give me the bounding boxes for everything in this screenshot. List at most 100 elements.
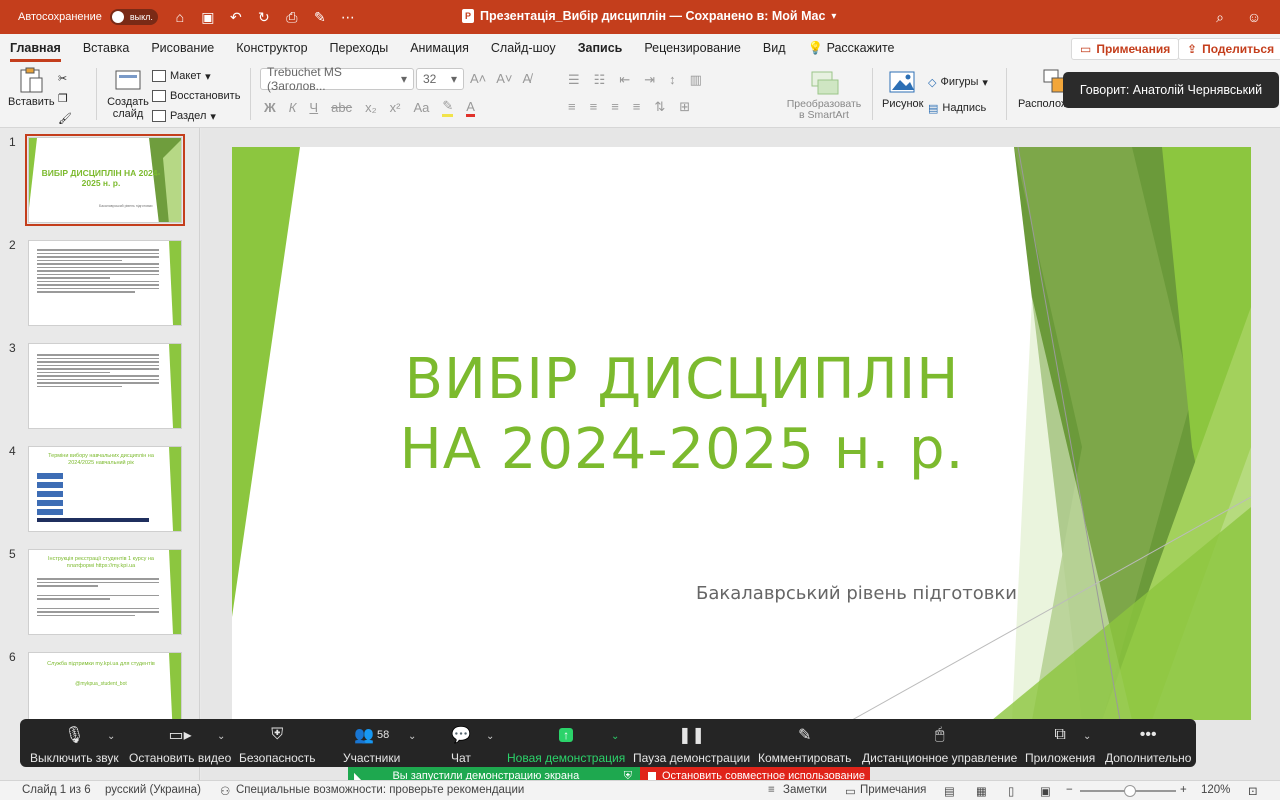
change-case-icon[interactable]: Aa: [413, 100, 429, 115]
chevron-up-icon[interactable]: ⌄: [107, 731, 115, 742]
bold-icon[interactable]: Ж: [264, 100, 276, 115]
account-icon[interactable]: ☺: [1244, 7, 1264, 27]
strikethrough-icon[interactable]: abc: [331, 100, 352, 115]
tab-design[interactable]: Конструктор: [236, 37, 307, 59]
language-indicator[interactable]: русский (Украина): [105, 784, 201, 796]
shapes-button[interactable]: ◇ Фигуры ▾: [928, 72, 988, 92]
slide-title[interactable]: ВИБІР ДИСЦИПЛІН НА 2024-2025 н. р.: [392, 345, 972, 485]
slide-thumbnail-3[interactable]: [28, 343, 182, 429]
save-icon[interactable]: ▣: [198, 7, 218, 27]
justify-icon[interactable]: ≡: [633, 99, 641, 115]
annotate-button[interactable]: ✎ Комментировать: [758, 725, 851, 765]
fit-slide-icon[interactable]: ⊡: [1248, 784, 1258, 798]
slide-thumbnail-panel[interactable]: 1 ВИБІР ДИСЦИПЛІН НА 2024-2025 н. р. Бак…: [0, 128, 200, 780]
more-icon[interactable]: ⋯: [338, 7, 358, 27]
tab-transitions[interactable]: Переходы: [330, 37, 389, 59]
numbering-icon[interactable]: ☷: [594, 72, 606, 88]
comments-icon[interactable]: ▭: [845, 784, 856, 798]
textbox-button[interactable]: ▤ Надпись: [928, 98, 986, 118]
mute-button[interactable]: 🎙 Выключить звук: [30, 725, 119, 765]
pause-share-button[interactable]: ❚❚ Пауза демонстрации: [633, 725, 750, 765]
zoom-in-icon[interactable]: +: [1180, 784, 1187, 796]
cut-button[interactable]: ✂: [58, 68, 72, 88]
reset-button[interactable]: Восстановить: [152, 86, 240, 106]
tab-slideshow[interactable]: Слайд-шоу: [491, 37, 556, 59]
underline-icon[interactable]: Ч: [309, 100, 318, 115]
new-slide-button[interactable]: Создать слайд: [104, 66, 152, 120]
slide-thumbnail-4[interactable]: Терміни вибору навчальних дисциплін на 2…: [28, 446, 182, 532]
align-right-icon[interactable]: ≡: [611, 99, 619, 115]
subscript-icon[interactable]: x₂: [365, 100, 377, 115]
tab-animations[interactable]: Анимация: [410, 37, 469, 59]
highlight-icon[interactable]: ✎: [442, 98, 454, 117]
align-center-icon[interactable]: ≡: [590, 99, 598, 115]
chat-button[interactable]: 💬 Чат: [451, 725, 471, 765]
new-share-button[interactable]: ↑ Новая демонстрация: [507, 725, 625, 765]
font-size-select[interactable]: 32 ▾: [416, 68, 464, 90]
chevron-up-icon[interactable]: ⌄: [486, 731, 494, 742]
edit-icon[interactable]: ✎: [310, 7, 330, 27]
reading-view-icon[interactable]: ▯: [1008, 784, 1014, 798]
remote-control-button[interactable]: 🖱 Дистанционное управление: [862, 725, 1017, 765]
align-text-icon[interactable]: ⊞: [679, 99, 690, 115]
current-slide[interactable]: ВИБІР ДИСЦИПЛІН НА 2024-2025 н. р. Бакал…: [232, 147, 1251, 720]
font-color-icon[interactable]: A: [466, 99, 475, 117]
slide-thumbnail-2[interactable]: [28, 240, 182, 326]
participants-button[interactable]: 👥 58 Участники: [343, 725, 400, 765]
clear-format-icon[interactable]: A̸: [523, 71, 532, 86]
indent-icon[interactable]: ⇥: [644, 72, 655, 88]
zoom-level[interactable]: 120%: [1201, 784, 1230, 796]
accessibility-status[interactable]: Специальные возможности: проверьте реком…: [236, 784, 524, 796]
slide-subtitle[interactable]: Бакалаврський рівень підготовки: [696, 583, 1017, 604]
search-icon[interactable]: ⌕: [1210, 7, 1230, 27]
security-button[interactable]: ⛨ Безопасность: [239, 725, 316, 765]
bullets-icon[interactable]: ☰: [568, 72, 580, 88]
font-name-select[interactable]: Trebuchet MS (Заголов... ▾: [260, 65, 414, 93]
paste-button[interactable]: Вставить: [8, 66, 55, 108]
stop-video-button[interactable]: ▭▸ Остановить видео: [129, 725, 231, 765]
notes-icon[interactable]: ≡: [768, 784, 775, 796]
autosave-toggle[interactable]: выкл.: [109, 9, 158, 25]
normal-view-icon[interactable]: ▤: [944, 784, 955, 798]
document-title[interactable]: P Презентація_Вибір дисциплін — Сохранен…: [462, 9, 836, 23]
tab-draw[interactable]: Рисование: [151, 37, 214, 59]
home-icon[interactable]: ⌂: [170, 7, 190, 27]
notes-button[interactable]: Заметки: [783, 784, 827, 796]
tab-insert[interactable]: Вставка: [83, 37, 129, 59]
slide-thumbnail-1[interactable]: ВИБІР ДИСЦИПЛІН НА 2024-2025 н. р. Бакал…: [25, 134, 185, 226]
section-button[interactable]: Раздел ▾: [152, 106, 240, 126]
format-painter-button[interactable]: 🖌: [58, 108, 72, 128]
text-direction-icon[interactable]: ⇅: [654, 99, 665, 115]
columns-icon[interactable]: ▥: [690, 72, 702, 88]
copy-button[interactable]: ❐: [58, 88, 72, 108]
more-button[interactable]: ••• Дополнительно: [1105, 725, 1191, 765]
share-button[interactable]: ⇪ Поделиться: [1178, 38, 1280, 60]
line-spacing-icon[interactable]: ↕: [669, 72, 676, 88]
outdent-icon[interactable]: ⇤: [619, 72, 630, 88]
comments-status-button[interactable]: Примечания: [860, 784, 926, 796]
undo-icon[interactable]: ↶: [226, 7, 246, 27]
slide-thumbnail-5[interactable]: Інструкція реєстрації студентів 1 курсу …: [28, 549, 182, 635]
accessibility-icon[interactable]: ⚇: [220, 784, 230, 798]
align-left-icon[interactable]: ≡: [568, 99, 576, 115]
chevron-up-icon[interactable]: ⌄: [1083, 731, 1091, 742]
increase-font-icon[interactable]: A˄: [470, 71, 486, 86]
layout-button[interactable]: Макет ▾: [152, 66, 240, 86]
slideshow-icon[interactable]: ▣: [1040, 784, 1051, 798]
picture-button[interactable]: Рисунок: [882, 68, 924, 110]
convert-smartart-button[interactable]: Преобразовать в SmartArt: [784, 70, 864, 121]
zoom-slider[interactable]: [1080, 785, 1176, 797]
zoom-slider-thumb[interactable]: [1124, 785, 1136, 797]
chevron-up-icon[interactable]: ⌄: [408, 731, 416, 742]
decrease-font-icon[interactable]: A˅: [496, 71, 512, 86]
tab-review[interactable]: Рецензирование: [644, 37, 741, 59]
slide-sorter-icon[interactable]: ▦: [976, 784, 987, 798]
italic-icon[interactable]: К: [289, 100, 297, 115]
chevron-up-icon[interactable]: ⌄: [611, 731, 619, 742]
tab-view[interactable]: Вид: [763, 37, 786, 59]
zoom-out-icon[interactable]: −: [1066, 784, 1073, 796]
redo-icon[interactable]: ↻: [254, 7, 274, 27]
print-icon[interactable]: ⎙: [282, 7, 302, 27]
tab-record[interactable]: Запись: [578, 37, 623, 59]
superscript-icon[interactable]: x²: [390, 100, 401, 115]
